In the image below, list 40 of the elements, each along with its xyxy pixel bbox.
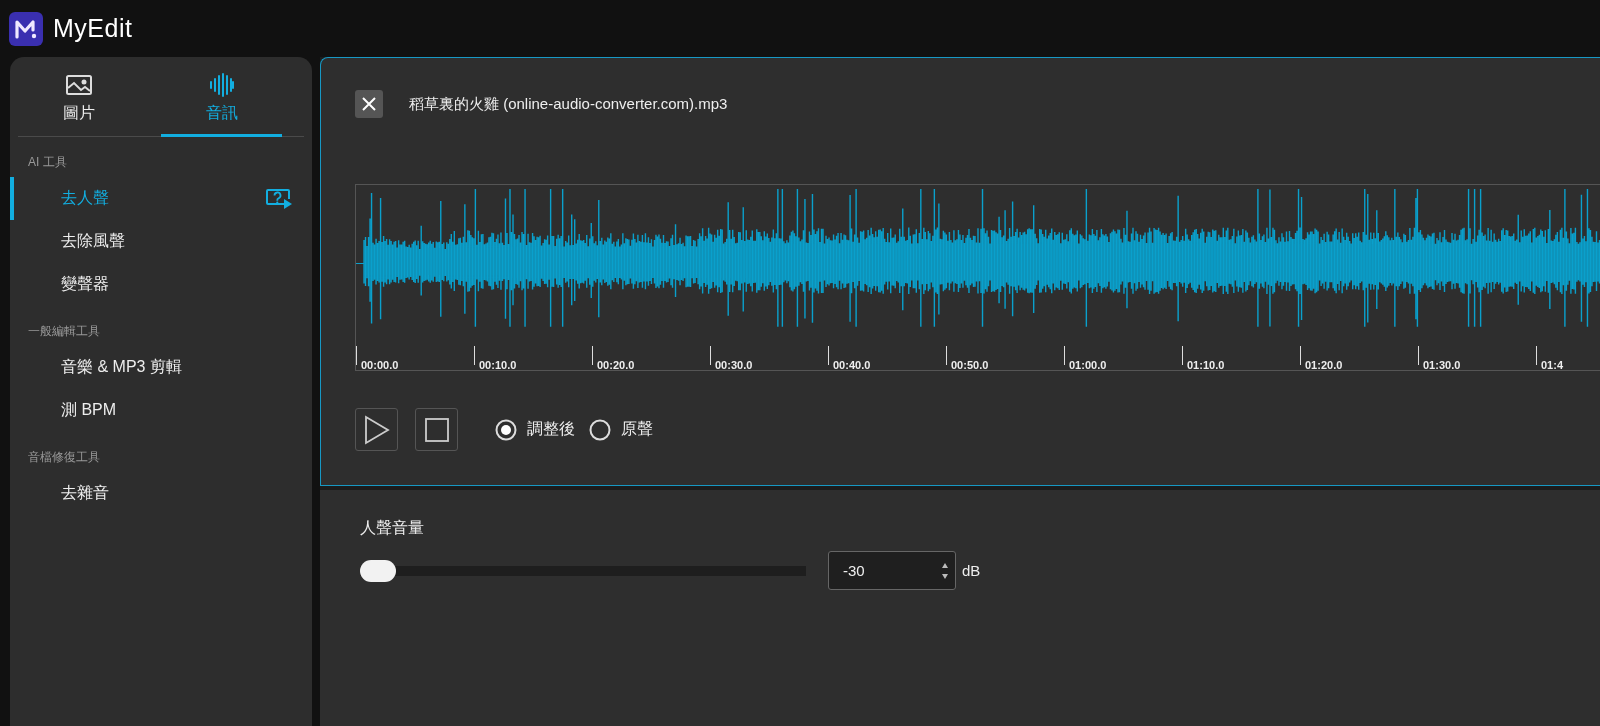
close-icon (361, 96, 377, 112)
timeline-label: 00:10.0 (479, 359, 517, 371)
timeline-label: 01:20.0 (1305, 359, 1343, 371)
sidebar-tab[interactable]: 音訊 (161, 71, 282, 137)
slider-thumb[interactable] (360, 559, 396, 582)
close-button[interactable] (355, 90, 383, 118)
sidebar-item[interactable]: 音樂 & MP3 剪輯 (10, 346, 312, 389)
timeline-label: 01:30.0 (1423, 359, 1461, 371)
number-field[interactable]: -30 (828, 551, 956, 590)
timeline-label: 00:20.0 (597, 359, 635, 371)
timeline-label: 00:40.0 (833, 359, 871, 371)
timeline-label: 00:50.0 (951, 359, 989, 371)
app-logo-icon (9, 11, 43, 46)
play-button[interactable] (355, 408, 398, 451)
section-heading: 音檔修復工具 (27, 449, 101, 466)
stop-icon (424, 417, 449, 442)
timeline-label: 01:4 (1541, 359, 1564, 371)
radio-option[interactable]: 原聲 (589, 418, 653, 441)
app-name: MyEdit (53, 14, 133, 43)
sidebar-item[interactable]: 去除風聲 (10, 220, 312, 263)
timeline-label: 01:10.0 (1187, 359, 1225, 371)
help-video-icon[interactable] (264, 187, 294, 210)
sidebar-item[interactable]: 去雜音 (10, 472, 312, 515)
timeline-label: 00:30.0 (715, 359, 753, 371)
image-icon (64, 73, 93, 97)
sidebar-item[interactable]: 測 BPM (10, 389, 312, 432)
stop-button[interactable] (415, 408, 458, 451)
setting-label: 人聲音量 (360, 518, 425, 538)
timeline-label: 00:00.0 (361, 359, 399, 371)
timeline-label: 01:00.0 (1069, 359, 1107, 371)
unit-label: dB (962, 562, 981, 579)
play-icon (363, 414, 390, 445)
section-heading: AI 工具 (27, 154, 68, 171)
sidebar-item[interactable]: 變聲器 (10, 263, 312, 306)
sound-wave-icon (207, 73, 236, 97)
sidebar-item[interactable]: 去人聲 (10, 177, 312, 220)
radio-option[interactable]: 調整後 (495, 418, 575, 441)
section-heading: 一般編輯工具 (27, 323, 101, 340)
sidebar-tab[interactable]: 圖片 (18, 71, 139, 137)
file-name: 稻草裏的火雞 (online-audio-converter.com).mp3 (409, 94, 728, 114)
